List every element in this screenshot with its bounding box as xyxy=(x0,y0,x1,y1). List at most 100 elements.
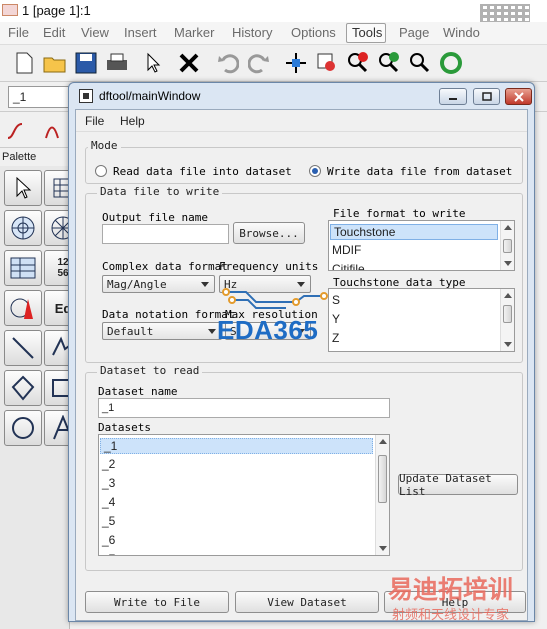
read-mode-radio[interactable] xyxy=(95,165,107,177)
view-dataset-button[interactable]: View Dataset xyxy=(235,591,379,613)
minimize-icon xyxy=(449,97,457,100)
close-button[interactable] xyxy=(505,88,532,105)
dialog-titlebar[interactable]: dftool/mainWindow xyxy=(69,83,534,109)
ts-type-item-z[interactable]: Z xyxy=(332,331,339,345)
menu-options[interactable]: Options xyxy=(291,25,336,40)
menu-window[interactable]: Windo xyxy=(443,25,480,40)
touchstone-type-list[interactable]: S Y Z xyxy=(328,288,515,352)
dataset-group-title: Dataset to read xyxy=(97,364,203,377)
zoom-in-icon[interactable] xyxy=(346,51,370,75)
dialog-client: File Help Mode Read data file into datas… xyxy=(75,109,528,621)
circuit-trace-logo-icon xyxy=(222,288,328,309)
palette-smith-chart-icon[interactable] xyxy=(4,210,42,246)
app-toolbar-tertiary xyxy=(0,112,70,148)
format-list-scrollbar[interactable] xyxy=(500,221,514,270)
dialog-app-icon xyxy=(79,89,93,103)
select-pointer-icon[interactable] xyxy=(142,51,166,75)
write-to-file-button[interactable]: Write to File xyxy=(85,591,229,613)
data-notation-label: Data notation format xyxy=(102,308,235,321)
output-file-input[interactable] xyxy=(102,224,229,244)
dataset-name-label: Dataset name xyxy=(98,385,178,398)
file-format-list[interactable]: Touchstone MDIF Citifile xyxy=(328,220,515,271)
palette-line-icon[interactable] xyxy=(4,330,42,366)
menu-history[interactable]: History xyxy=(232,25,272,40)
curve-tools-icon[interactable] xyxy=(0,112,70,146)
dataset-item[interactable]: _5 xyxy=(102,514,115,528)
ts-type-scrollbar[interactable] xyxy=(500,289,514,351)
dialog-menu-help[interactable]: Help xyxy=(120,114,145,128)
dataset-item[interactable]: _3 xyxy=(102,476,115,490)
format-item-citifile[interactable]: Citifile xyxy=(332,262,365,270)
pan-icon[interactable] xyxy=(284,51,308,75)
dialog-menubar: File Help xyxy=(76,110,527,132)
write-mode-label: Write data file from dataset xyxy=(327,165,513,178)
chevron-down-icon xyxy=(208,329,216,334)
palette-antenna-icon[interactable] xyxy=(4,290,42,326)
format-item-mdif[interactable]: MDIF xyxy=(332,243,361,257)
palette-polygon-icon[interactable] xyxy=(4,370,42,406)
dataset-item[interactable]: _4 xyxy=(102,495,115,509)
undo-icon[interactable] xyxy=(216,51,240,75)
update-dataset-list-button[interactable]: Update Dataset List xyxy=(398,472,518,498)
app-titlebar: 1 [page 1]:1 xyxy=(0,0,547,54)
print-icon[interactable] xyxy=(105,51,129,75)
complex-format-label: Complex data format xyxy=(102,260,228,273)
menu-page[interactable]: Page xyxy=(399,25,429,40)
format-item-touchstone[interactable]: Touchstone xyxy=(330,224,498,240)
datasets-scrollbar[interactable] xyxy=(375,435,389,555)
browse-button[interactable]: Browse... xyxy=(233,222,305,244)
dataset-name-input[interactable]: _1 xyxy=(98,398,390,418)
zoom-box-icon[interactable] xyxy=(315,51,339,75)
dataset-item[interactable]: _1 xyxy=(100,438,373,454)
delete-icon[interactable] xyxy=(177,51,201,75)
read-mode-label: Read data file into dataset xyxy=(113,165,292,178)
ts-type-item-s[interactable]: S xyxy=(332,293,340,307)
dataset-item[interactable]: _6 xyxy=(102,533,115,547)
open-folder-icon[interactable] xyxy=(43,51,67,75)
app-logo-icon xyxy=(2,4,18,16)
maximize-icon xyxy=(481,92,492,101)
maximize-button[interactable] xyxy=(473,88,500,105)
menu-tools[interactable]: Tools xyxy=(352,25,382,40)
app-dataset-combo[interactable]: _1 xyxy=(8,86,70,108)
zoom-fit-icon[interactable] xyxy=(408,51,432,75)
datasets-list[interactable]: _1 _2 _3 _4 _5 _6 _7 xyxy=(98,434,390,556)
palette-circle-icon[interactable] xyxy=(4,410,42,446)
datasets-label: Datasets xyxy=(98,421,151,434)
chinese-watermark: 易迪拓培训 xyxy=(388,576,514,604)
dataset-item[interactable]: _7 xyxy=(102,552,115,555)
menu-insert[interactable]: Insert xyxy=(124,25,157,40)
data-notation-combo[interactable]: Default xyxy=(102,322,222,340)
output-file-label: Output file name xyxy=(102,211,208,224)
palette-label: Palette xyxy=(2,151,37,163)
write-mode-radio[interactable] xyxy=(309,165,321,177)
complex-format-value: Mag/Angle xyxy=(107,278,167,291)
dialog-menu-file[interactable]: File xyxy=(85,114,104,128)
mode-group-title: Mode xyxy=(88,139,121,152)
app-title: 1 [page 1]:1 xyxy=(22,3,91,18)
dataset-item[interactable]: _2 xyxy=(102,457,115,471)
save-icon[interactable] xyxy=(74,51,98,75)
palette-select-icon[interactable] xyxy=(4,170,42,206)
eda365-watermark: EDA365 xyxy=(217,315,319,345)
menu-file[interactable]: File xyxy=(8,25,29,40)
redo-icon[interactable] xyxy=(247,51,271,75)
data-notation-value: Default xyxy=(107,325,154,338)
app-toolbar xyxy=(0,44,547,82)
refresh-icon[interactable] xyxy=(439,51,463,75)
menu-marker[interactable]: Marker xyxy=(174,25,214,40)
dialog-title: dftool/mainWindow xyxy=(99,89,201,103)
palette-table-icon[interactable] xyxy=(4,250,42,286)
close-icon xyxy=(513,91,524,102)
chevron-down-icon xyxy=(201,282,209,287)
chinese-watermark-subtitle: 射频和天线设计专家 xyxy=(392,607,510,622)
frequency-units-label: Frequency units xyxy=(219,260,319,273)
new-file-icon[interactable] xyxy=(12,51,36,75)
zoom-out-icon[interactable] xyxy=(377,51,401,75)
complex-format-combo[interactable]: Mag/Angle xyxy=(102,275,215,293)
menu-edit[interactable]: Edit xyxy=(43,25,65,40)
ts-type-item-y[interactable]: Y xyxy=(332,312,340,326)
menu-view[interactable]: View xyxy=(81,25,109,40)
app-menubar: File Edit View Insert Marker History Opt… xyxy=(0,22,547,44)
minimize-button[interactable] xyxy=(439,88,467,105)
